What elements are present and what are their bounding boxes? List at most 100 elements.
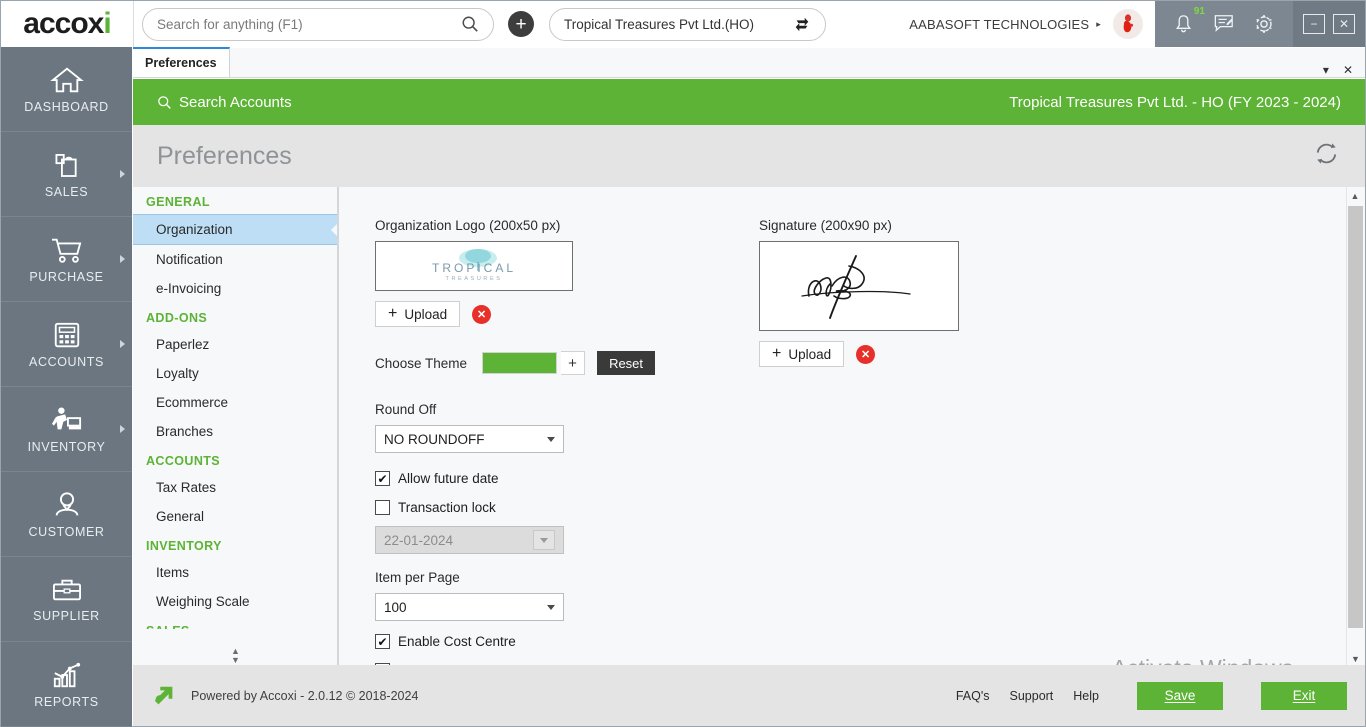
avatar[interactable] — [1113, 9, 1143, 39]
support-link[interactable]: Support — [1010, 689, 1054, 703]
chevron-down-icon — [547, 436, 555, 442]
allow-future-date-checkbox[interactable]: ✔ — [375, 471, 390, 486]
rail-item-customer[interactable]: CUSTOMER — [1, 472, 132, 557]
menu-item-items[interactable]: Items — [133, 558, 337, 587]
item-per-page-select[interactable]: 100 — [375, 593, 564, 621]
scrollbar-thumb[interactable] — [1348, 206, 1363, 628]
exit-button[interactable]: Exit — [1261, 681, 1347, 710]
menu-item-ecommerce[interactable]: Ecommerce — [133, 388, 337, 417]
powered-by-label: Powered by Accoxi - 2.0.12 © 2018-2024 — [191, 688, 419, 703]
chevron-down-icon — [547, 604, 555, 610]
rail-label: SUPPLIER — [33, 608, 100, 623]
menu-scroll-down-icon[interactable]: ▼ — [231, 656, 240, 665]
roundoff-field: Round Off NO ROUNDOFF — [375, 402, 655, 453]
rail-label: CUSTOMER — [28, 524, 105, 539]
organization-name: Tropical Treasures Pvt Ltd.(HO) — [564, 16, 755, 32]
save-button[interactable]: Save — [1137, 681, 1223, 710]
main-navigation-rail: DASHBOARD SALES PURCHASE ACCOUNTS INVENT… — [1, 47, 132, 727]
rail-item-dashboard[interactable]: DASHBOARD — [1, 47, 132, 132]
allow-future-date-row[interactable]: ✔ Allow future date — [375, 471, 655, 486]
logo-upload-label: Upload — [404, 306, 448, 322]
top-header-bar: accoxi + Tropical Treasures Pvt Ltd.(HO)… — [1, 1, 1365, 47]
scroll-up-button[interactable]: ▲ — [1347, 187, 1363, 204]
account-label: AABASOFT TECHNOLOGIES — [909, 16, 1090, 32]
menu-item-branches[interactable]: Branches — [133, 417, 337, 446]
tab-actions: ▾ ✕ — [1323, 63, 1365, 77]
rail-item-sales[interactable]: SALES — [1, 132, 132, 217]
transaction-lock-date-field: 22-01-2024 — [375, 526, 564, 554]
theme-add-button[interactable]: + — [561, 351, 586, 375]
worker-icon — [51, 406, 81, 429]
logo-delete-button[interactable]: ✕ — [472, 304, 492, 324]
signature-image — [801, 255, 911, 319]
transaction-lock-date-value: 22-01-2024 — [384, 532, 454, 548]
signature-delete-button[interactable]: ✕ — [856, 344, 876, 364]
refresh-icon — [1316, 143, 1337, 164]
menu-item-loyalty[interactable]: Loyalty — [133, 359, 337, 388]
logo-upload-button[interactable]: + Upload — [375, 301, 461, 327]
menu-item-notification[interactable]: Notification — [133, 245, 337, 274]
menu-item-general[interactable]: General — [133, 502, 337, 531]
roundoff-select[interactable]: NO ROUNDOFF — [375, 425, 564, 453]
menu-item-organization[interactable]: Organization — [133, 214, 337, 245]
menu-group-title: GENERAL — [146, 195, 210, 209]
account-menu[interactable]: AABASOFT TECHNOLOGIES ▸ — [909, 17, 1113, 32]
menu-item-weighing-scale[interactable]: Weighing Scale — [133, 587, 337, 616]
menu-item-e-invoicing[interactable]: e-Invoicing — [133, 274, 337, 303]
theme-row: Choose Theme + Reset — [375, 351, 656, 375]
transaction-lock-label: Transaction lock — [398, 500, 496, 515]
item-per-page-field: Item per Page 100 — [375, 570, 655, 621]
signature-upload-row: + Upload ✕ — [759, 341, 959, 367]
rail-item-inventory[interactable]: INVENTORY — [1, 387, 132, 472]
rail-label: DASHBOARD — [24, 99, 109, 114]
enable-cost-centre-checkbox[interactable]: ✔ — [375, 634, 390, 649]
organization-logo-preview: TROPICAL TREASURES — [375, 241, 573, 291]
theme-color-swatch[interactable] — [482, 352, 558, 374]
faq-link[interactable]: FAQ's — [956, 689, 990, 703]
svg-text:TREASURES: TREASURES — [445, 276, 502, 282]
content-scrollbar[interactable]: ▲ ▼ — [1346, 187, 1363, 667]
transaction-lock-checkbox[interactable] — [375, 500, 390, 515]
rail-item-reports[interactable]: REPORTS — [1, 642, 132, 727]
search-input[interactable] — [157, 16, 461, 32]
notifications-button[interactable]: 91 — [1173, 6, 1205, 35]
organization-selector[interactable]: Tropical Treasures Pvt Ltd.(HO) — [549, 7, 826, 41]
switch-organization-icon[interactable] — [793, 15, 811, 33]
bar-chart-icon — [53, 662, 80, 687]
theme-label: Choose Theme — [375, 355, 468, 371]
messages-button[interactable] — [1213, 13, 1235, 35]
shopping-bag-icon — [55, 153, 77, 177]
chevron-right-icon — [120, 340, 125, 348]
account-area: AABASOFT TECHNOLOGIES ▸ 91 − ✕ — [909, 1, 1365, 47]
plus-icon: + — [388, 305, 398, 322]
rail-label: INVENTORY — [27, 439, 106, 454]
enable-cost-centre-row[interactable]: ✔ Enable Cost Centre — [375, 634, 655, 649]
add-new-button[interactable]: + — [508, 11, 534, 37]
transaction-lock-row[interactable]: Transaction lock — [375, 500, 655, 515]
tab-preferences[interactable]: Preferences — [133, 47, 230, 77]
powered-by-block: Powered by Accoxi - 2.0.12 © 2018-2024 — [151, 683, 418, 709]
settings-button[interactable] — [1253, 13, 1275, 35]
plus-icon: + — [772, 345, 782, 362]
help-link[interactable]: Help — [1073, 689, 1099, 703]
brand-accent: i — [103, 7, 111, 40]
search-accounts-button[interactable]: Search Accounts — [157, 94, 292, 111]
accoxi-footer-logo-icon — [154, 686, 173, 704]
close-window-button[interactable]: ✕ — [1333, 14, 1355, 34]
rail-item-supplier[interactable]: SUPPLIER — [1, 557, 132, 642]
global-search[interactable] — [142, 7, 494, 41]
minimize-button[interactable]: − — [1303, 14, 1325, 34]
organization-form-pane: Organization Logo (200x50 px) TROPICAL T… — [338, 187, 1365, 667]
signature-upload-button[interactable]: + Upload — [759, 341, 845, 367]
preferences-menu-pane: GENERAL Organization Notification e-Invo… — [133, 187, 338, 667]
refresh-button[interactable] — [1312, 139, 1341, 173]
rail-item-accounts[interactable]: ACCOUNTS — [1, 302, 132, 387]
close-tab-icon[interactable]: ✕ — [1343, 63, 1353, 77]
tab-list-dropdown-icon[interactable]: ▾ — [1323, 63, 1329, 77]
menu-item-tax-rates[interactable]: Tax Rates — [133, 473, 337, 502]
theme-reset-button[interactable]: Reset — [597, 351, 656, 375]
menu-item-paperlez[interactable]: Paperlez — [133, 330, 337, 359]
save-label: Save — [1164, 688, 1196, 703]
home-icon — [49, 67, 84, 92]
rail-item-purchase[interactable]: PURCHASE — [1, 217, 132, 302]
